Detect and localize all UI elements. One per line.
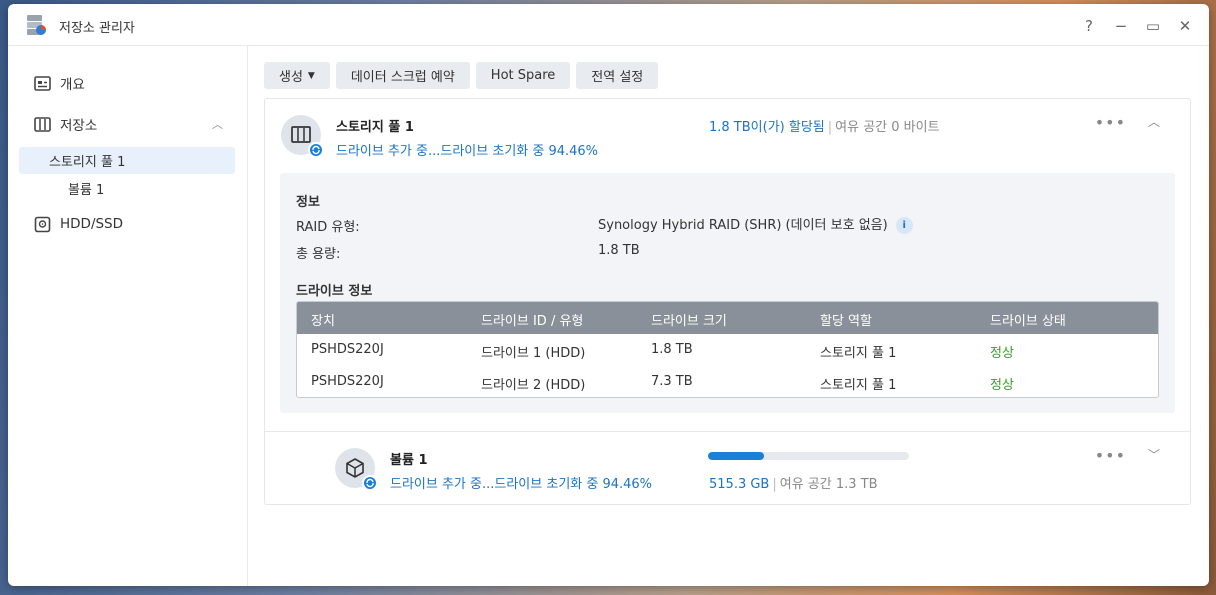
info-icon[interactable]: i <box>895 217 913 234</box>
hot-spare-button[interactable]: Hot Spare <box>475 62 571 89</box>
volume-status: 드라이브 추가 중...드라이브 초기화 중 94.46% <box>390 477 653 492</box>
title-bar[interactable]: 저장소 관리자 ? − ▭ ✕ <box>8 4 1209 46</box>
toolbar: 생성 ▼ 데이터 스크럽 예약 Hot Spare 전역 설정 <box>264 62 659 89</box>
column-header-device[interactable]: 장치 <box>311 310 335 329</box>
sidebar-item-storage-pool-label: 스토리지 풀 1 <box>49 155 126 170</box>
overview-icon <box>34 75 51 91</box>
storage-pool-header[interactable]: 스토리지 풀 1 드라이브 추가 중...드라이브 초기화 중 94.46% 1… <box>265 99 1190 173</box>
close-button[interactable]: ✕ <box>1173 14 1197 38</box>
cell-status: 정상 <box>990 346 1014 361</box>
expand-chevron-icon[interactable]: ﹀ <box>1148 446 1160 463</box>
volume-usage-fill <box>708 452 765 460</box>
table-row[interactable]: PSHDS220J 드라이브 1 (HDD) 1.8 TB 스토리지 풀 1 정… <box>297 334 1158 366</box>
separator: | <box>827 120 833 135</box>
sidebar-item-storage-pool[interactable]: 스토리지 풀 1 <box>19 147 235 174</box>
info-section-title: 정보 <box>296 195 320 210</box>
window-title: 저장소 관리자 <box>59 21 135 36</box>
volume-used: 515.3 GB <box>709 477 770 492</box>
cell-role: 스토리지 풀 1 <box>820 378 897 393</box>
raid-type-value: Synology Hybrid RAID (SHR) (데이터 보호 없음) i <box>598 214 913 234</box>
collapse-chevron-icon[interactable]: ︿ <box>1148 113 1160 130</box>
create-button-label: 생성 <box>279 70 303 85</box>
sidebar-item-volume-label: 볼륨 1 <box>68 183 105 198</box>
sidebar-item-overview-label: 개요 <box>60 77 85 93</box>
create-button[interactable]: 생성 ▼ <box>264 62 330 89</box>
main-content: 생성 ▼ 데이터 스크럽 예약 Hot Spare 전역 설정 스토리지 풀 1… <box>248 46 1209 586</box>
volume-row[interactable]: 볼륨 1 드라이브 추가 중...드라이브 초기화 중 94.46% 515.3… <box>265 431 1190 505</box>
total-capacity-value: 1.8 TB <box>598 243 640 258</box>
hdd-icon <box>34 216 51 232</box>
volume-free-space: 여유 공간 1.3 TB <box>779 477 878 492</box>
storage-pool-free-space: 여유 공간 0 바이트 <box>835 120 940 135</box>
drive-info-title: 드라이브 정보 <box>296 284 373 299</box>
storage-pool-allocated: 1.8 TB이(가) 할당됨 <box>709 120 825 135</box>
storage-pool-panel: 스토리지 풀 1 드라이브 추가 중...드라이브 초기화 중 94.46% 1… <box>264 98 1191 505</box>
cell-device: PSHDS220J <box>311 342 384 357</box>
raid-type-text: Synology Hybrid RAID (SHR) (데이터 보호 없음) <box>598 218 888 233</box>
more-options-icon[interactable]: ••• <box>1095 446 1126 465</box>
cell-drive-size: 1.8 TB <box>651 342 693 357</box>
sidebar-item-hdd-ssd-label: HDD/SSD <box>60 216 124 232</box>
cell-drive-id: 드라이브 2 (HDD) <box>481 378 586 393</box>
drive-table: 장치 드라이브 ID / 유형 드라이브 크기 할당 역할 드라이브 상태 PS… <box>296 301 1159 398</box>
storage-pool-status: 드라이브 추가 중...드라이브 초기화 중 94.46% <box>336 144 599 159</box>
storage-manager-app-icon <box>27 15 46 35</box>
cell-drive-id: 드라이브 1 (HDD) <box>481 346 586 361</box>
storage-pool-title: 스토리지 풀 1 <box>336 120 414 135</box>
volume-title: 볼륨 1 <box>390 453 428 468</box>
table-row[interactable]: PSHDS220J 드라이브 2 (HDD) 7.3 TB 스토리지 풀 1 정… <box>297 366 1158 397</box>
chevron-up-icon[interactable]: ︿ <box>212 116 223 132</box>
storage-pool-info: 정보 RAID 유형: Synology Hybrid RAID (SHR) (… <box>280 173 1175 413</box>
volume-icon <box>335 448 378 491</box>
column-header-role[interactable]: 할당 역할 <box>820 310 872 329</box>
maximize-button[interactable]: ▭ <box>1141 14 1165 38</box>
cell-role: 스토리지 풀 1 <box>820 346 897 361</box>
total-capacity-label: 총 용량: <box>296 247 341 262</box>
sidebar-item-hdd-ssd[interactable]: HDD/SSD <box>19 210 235 238</box>
storage-manager-window: 저장소 관리자 ? − ▭ ✕ 개요 저장소 ︿ 스토리지 풀 1 볼륨 1 H… <box>8 4 1209 586</box>
cell-drive-size: 7.3 TB <box>651 374 693 389</box>
storage-pool-allocation: 1.8 TB이(가) 할당됨 | 여유 공간 0 바이트 <box>709 116 940 135</box>
storage-icon <box>34 116 51 132</box>
caret-down-icon: ▼ <box>307 70 315 81</box>
sidebar-item-volume[interactable]: 볼륨 1 <box>19 175 235 202</box>
column-header-status[interactable]: 드라이브 상태 <box>990 310 1066 329</box>
sync-badge-icon <box>308 142 324 158</box>
sidebar-item-overview[interactable]: 개요 <box>19 69 235 97</box>
help-button[interactable]: ? <box>1077 14 1101 38</box>
more-options-icon[interactable]: ••• <box>1095 113 1126 132</box>
separator: | <box>772 477 777 492</box>
volume-usage-bar <box>708 452 909 460</box>
storage-pool-icon <box>281 115 324 158</box>
cell-status: 정상 <box>990 378 1014 393</box>
global-settings-button[interactable]: 전역 설정 <box>576 62 659 89</box>
window-controls: ? − ▭ ✕ <box>1077 14 1197 38</box>
volume-usage: 515.3 GB | 여유 공간 1.3 TB <box>709 473 878 492</box>
raid-type-label: RAID 유형: <box>296 220 360 235</box>
sidebar: 개요 저장소 ︿ 스토리지 풀 1 볼륨 1 HDD/SSD <box>8 46 248 586</box>
cell-device: PSHDS220J <box>311 374 384 389</box>
sync-badge-icon <box>362 475 378 491</box>
column-header-drive-size[interactable]: 드라이브 크기 <box>651 310 727 329</box>
minimize-button[interactable]: − <box>1109 14 1133 38</box>
data-scrub-schedule-button[interactable]: 데이터 스크럽 예약 <box>335 62 470 89</box>
sidebar-item-storage-label: 저장소 <box>60 118 98 134</box>
column-header-drive-id[interactable]: 드라이브 ID / 유형 <box>481 310 583 329</box>
sidebar-item-storage[interactable]: 저장소 ︿ <box>19 110 235 138</box>
drive-table-header: 장치 드라이브 ID / 유형 드라이브 크기 할당 역할 드라이브 상태 <box>297 302 1158 334</box>
